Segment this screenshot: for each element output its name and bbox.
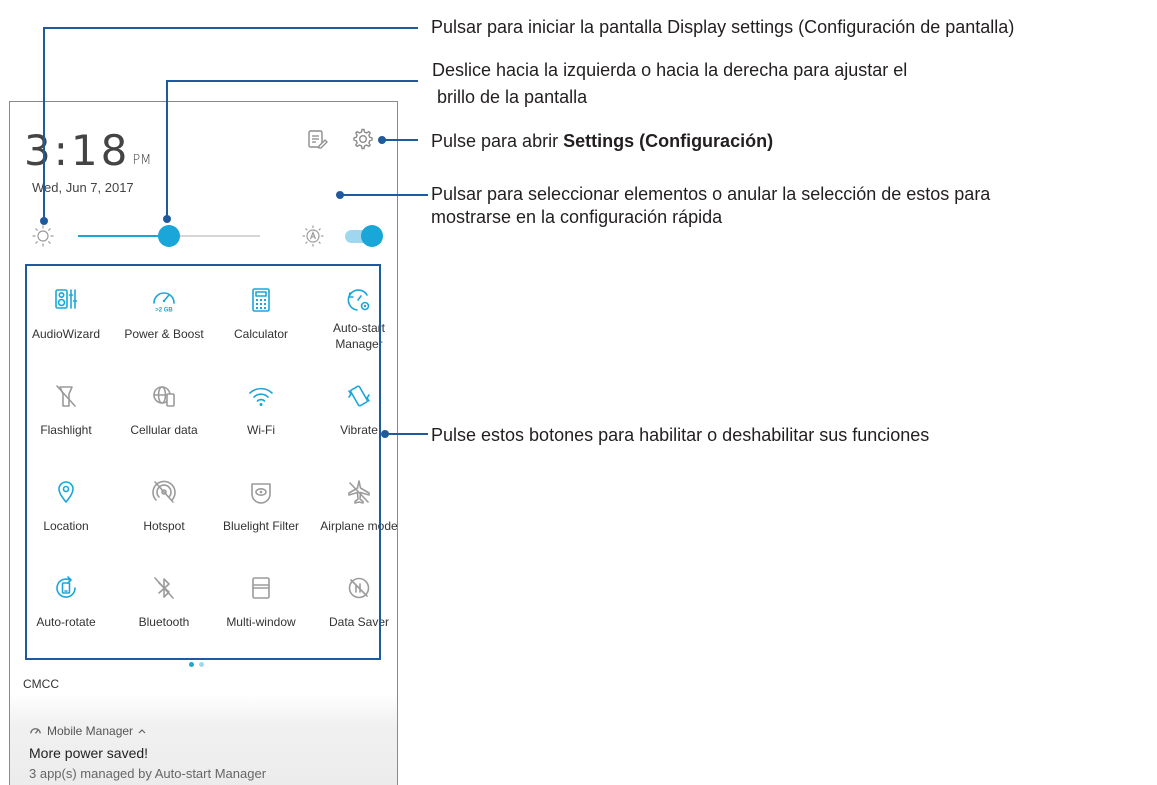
callout-dot-edit [336,191,344,199]
callout-brightness-line1: Deslice hacia la izquierda o hacia la de… [432,60,908,80]
callout-dot-display [40,217,48,225]
page-dot-active [189,662,194,667]
callout-settings-bold: Settings (Configuración) [563,131,774,151]
clock-time: 3:18 [24,126,131,175]
callout-line-tiles [385,433,428,435]
callout-brightness-line2: brillo de la pantalla [432,87,588,107]
callout-line-brightness-vertical [166,80,168,220]
callout-dot-brightness [163,215,171,223]
callout-line-display-horizontal [43,27,418,29]
date-label: Wed, Jun 7, 2017 [32,180,134,195]
page-dot [199,662,204,667]
callout-edit-line1: Pulsar para seleccionar elementos o anul… [431,184,991,204]
callout-display-settings: Pulsar para iniciar la pantalla Display … [431,17,1015,37]
notification-title: More power saved! [29,745,149,761]
notification-card[interactable]: Mobile Manager More power saved! 3 app(s… [10,694,397,785]
notification-text: 3 app(s) managed by Auto-start Manager [29,766,267,781]
brightness-slider-fill [78,235,169,237]
callout-settings-prefix: Pulse para abrir [431,131,564,151]
clock-ampm: PM [132,153,152,168]
callout-dot-tiles [381,430,389,438]
carrier-label: CMCC [23,677,59,691]
settings-gear-icon[interactable] [352,128,374,150]
chevron-up-icon[interactable] [137,727,147,735]
auto-brightness-toggle[interactable] [361,225,383,247]
mobile-manager-icon [30,727,41,734]
callout-dot-settings [378,136,386,144]
callout-line-display-vertical [43,27,45,221]
edit-quick-settings-icon[interactable] [306,128,328,150]
callout-edit-line2: mostrarse en la configuración rápida [431,207,723,227]
brightness-low-icon [32,225,54,247]
tiles-highlight-box [25,264,381,660]
callout-line-settings [382,139,418,141]
notification-header: Mobile Manager [29,724,147,738]
callout-line-edit [343,194,428,196]
callout-settings: Pulse para abrir Settings (Configuración… [431,130,773,152]
brightness-row [10,220,397,252]
callout-tiles: Pulse estos botones para habilitar o des… [431,425,930,445]
brightness-slider-handle[interactable] [158,225,180,247]
auto-brightness-icon [302,225,324,247]
callout-line-brightness-horizontal [166,80,418,82]
notification-app-name: Mobile Manager [47,724,134,738]
